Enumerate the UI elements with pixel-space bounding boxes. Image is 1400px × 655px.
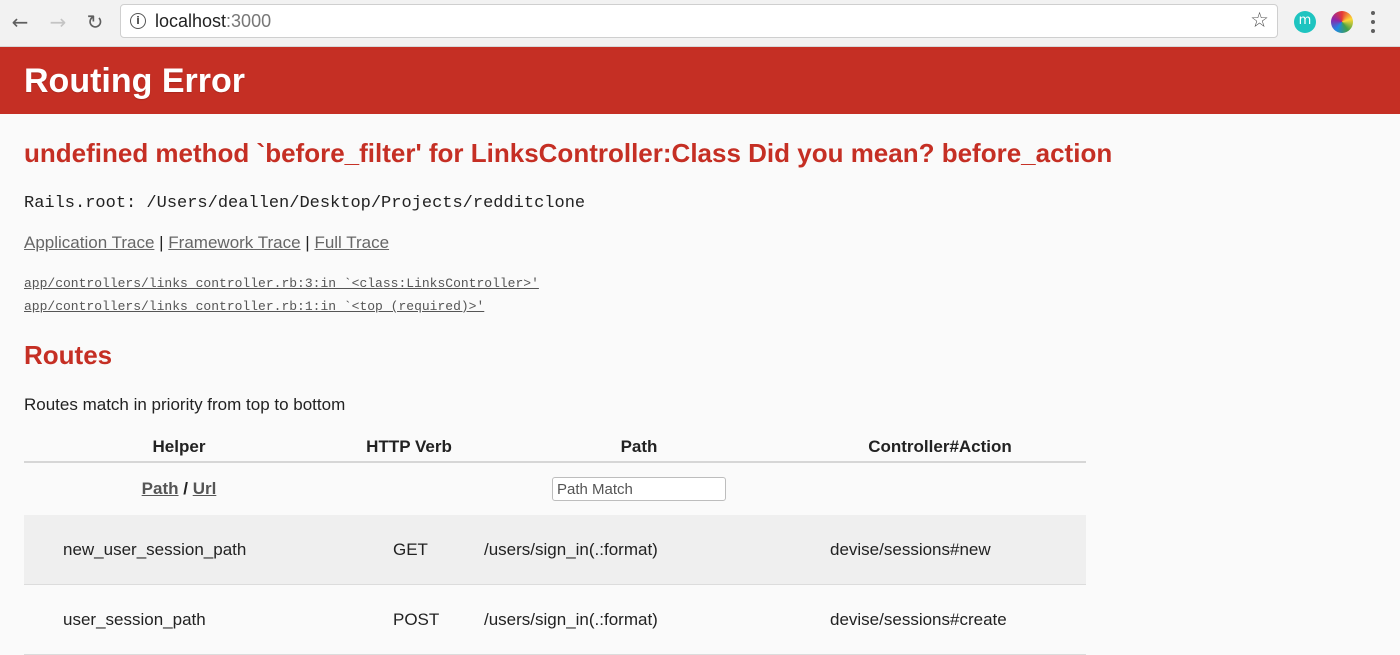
url-text[interactable]: localhost:3000 bbox=[155, 11, 271, 32]
toggle-separator: / bbox=[183, 479, 188, 498]
back-icon[interactable]: ← bbox=[6, 8, 34, 36]
route-verb: GET bbox=[334, 515, 484, 585]
url-toggle-link[interactable]: Url bbox=[193, 479, 217, 498]
route-path: /users/sign_in(.:format) bbox=[484, 515, 794, 585]
full-trace-link[interactable]: Full Trace bbox=[314, 233, 389, 252]
trace-line[interactable]: app/controllers/links_controller.rb:3:in… bbox=[24, 272, 539, 295]
rails-root: Rails.root: /Users/deallen/Desktop/Proje… bbox=[24, 194, 586, 213]
route-verb: POST bbox=[334, 584, 484, 655]
trace-separator: | bbox=[305, 233, 310, 252]
filter-row: Path / Url bbox=[24, 462, 1086, 515]
framework-trace-link[interactable]: Framework Trace bbox=[168, 233, 300, 252]
routes-heading: Routes bbox=[24, 340, 113, 370]
page-title: Routing Error bbox=[24, 62, 245, 100]
routes-header-row: Helper HTTP Verb Path Controller#Action bbox=[24, 432, 1086, 463]
browser-toolbar: ← → ↻ i localhost:3000 ☆ m bbox=[0, 0, 1400, 47]
routes-table: Helper HTTP Verb Path Controller#Action … bbox=[24, 432, 1086, 655]
table-row: user_session_path POST /users/sign_in(.:… bbox=[24, 584, 1086, 655]
helper-toggle: Path / Url bbox=[24, 462, 334, 515]
trace-line[interactable]: app/controllers/links_controller.rb:1:in… bbox=[24, 295, 539, 318]
extension-m-icon[interactable]: m bbox=[1294, 11, 1316, 33]
bookmark-star-icon[interactable]: ☆ bbox=[1250, 8, 1269, 32]
url-port: :3000 bbox=[226, 11, 272, 31]
route-helper: new_user_session_path bbox=[24, 515, 334, 585]
forward-icon[interactable]: → bbox=[44, 8, 72, 36]
info-icon[interactable]: i bbox=[130, 13, 146, 29]
column-header-helper: Helper bbox=[24, 432, 334, 463]
table-row: new_user_session_path GET /users/sign_in… bbox=[24, 515, 1086, 585]
trace-separator: | bbox=[159, 233, 164, 252]
route-action: devise/sessions#create bbox=[794, 584, 1086, 655]
column-header-action: Controller#Action bbox=[794, 432, 1086, 463]
extension-color-icon[interactable] bbox=[1331, 11, 1353, 33]
path-match-input[interactable] bbox=[552, 477, 726, 501]
page-header: Routing Error bbox=[0, 47, 1400, 114]
menu-icon[interactable] bbox=[1369, 11, 1377, 33]
trace-list: app/controllers/links_controller.rb:3:in… bbox=[24, 272, 539, 318]
error-message: undefined method `before_filter' for Lin… bbox=[24, 138, 1113, 168]
address-bar[interactable]: i localhost:3000 ☆ bbox=[120, 4, 1278, 38]
path-toggle-link[interactable]: Path bbox=[142, 479, 179, 498]
application-trace-link[interactable]: Application Trace bbox=[24, 233, 154, 252]
column-header-path: Path bbox=[484, 432, 794, 463]
routes-description: Routes match in priority from top to bot… bbox=[24, 395, 346, 414]
route-helper: user_session_path bbox=[24, 584, 334, 655]
reload-icon[interactable]: ↻ bbox=[81, 8, 109, 36]
trace-tabs: Application Trace | Framework Trace | Fu… bbox=[24, 233, 389, 253]
route-path: /users/sign_in(.:format) bbox=[484, 584, 794, 655]
url-host: localhost bbox=[155, 11, 227, 31]
column-header-verb: HTTP Verb bbox=[334, 432, 484, 463]
route-action: devise/sessions#new bbox=[794, 515, 1086, 585]
